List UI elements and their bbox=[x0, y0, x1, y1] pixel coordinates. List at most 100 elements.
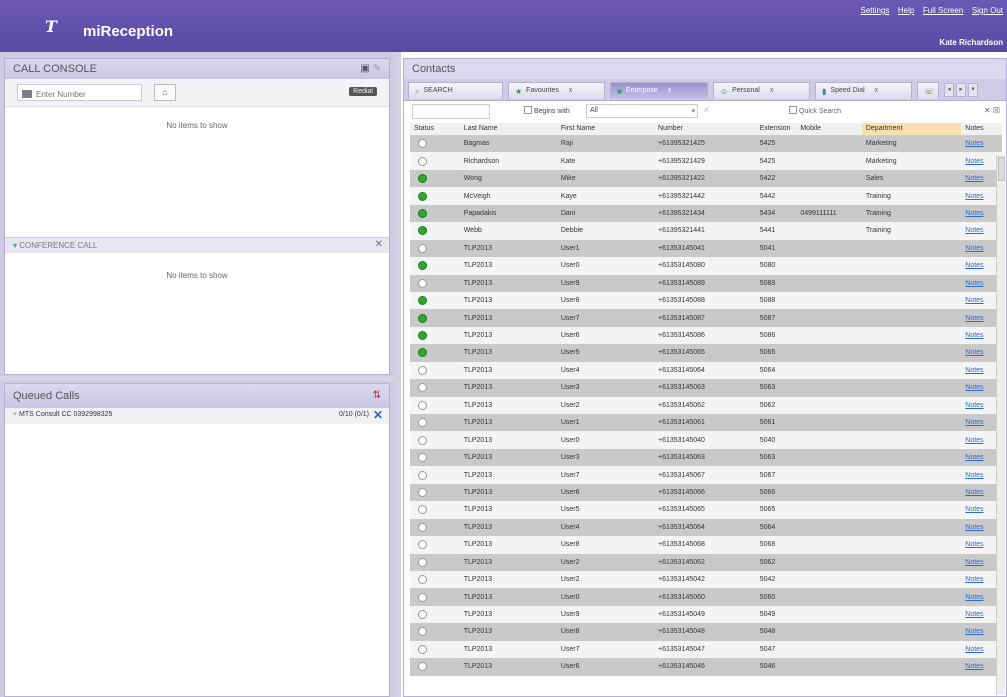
table-row[interactable]: TLP2013 User0 +61353145060 5060 Notes bbox=[410, 588, 1002, 606]
notes-link[interactable]: Notes bbox=[965, 576, 983, 583]
notes-link[interactable]: Notes bbox=[965, 594, 983, 601]
table-row[interactable]: Wong Mike +61395321422 5422 Sales Notes bbox=[410, 169, 1002, 188]
filter-input[interactable] bbox=[412, 104, 490, 119]
table-row[interactable]: TLP2013 User8 +61353145048 5048 Notes bbox=[410, 623, 1002, 641]
full-screen-link[interactable]: Full Screen bbox=[923, 6, 963, 15]
tab-personal[interactable]: ☺ Personal x bbox=[713, 82, 810, 99]
table-row[interactable]: Webb Debbie +61395321441 5441 Training Notes bbox=[410, 222, 1002, 240]
table-row[interactable]: TLP2013 User7 +61353145087 5087 Notes bbox=[410, 309, 1002, 327]
calendar-icon[interactable]: ▣ bbox=[360, 63, 369, 74]
edit-icon[interactable]: ✎ bbox=[373, 63, 381, 74]
close-conference-icon[interactable]: ✕ bbox=[375, 239, 383, 250]
notes-link[interactable]: Notes bbox=[965, 332, 983, 339]
tab-speed-dial[interactable]: ▮ Speed Dial x bbox=[815, 82, 912, 99]
notes-link[interactable]: Notes bbox=[965, 158, 983, 165]
tab-search[interactable]: ⌕ SEARCH bbox=[408, 82, 503, 99]
horizontal-splitter[interactable] bbox=[0, 376, 394, 381]
notes-link[interactable]: Notes bbox=[965, 419, 983, 426]
begins-with-select[interactable]: All ▾ bbox=[586, 104, 698, 118]
col-department[interactable]: Department bbox=[861, 123, 962, 136]
notes-link[interactable]: Notes bbox=[965, 280, 983, 287]
remove-queue-icon[interactable]: ✕ bbox=[373, 408, 383, 422]
table-row[interactable]: TLP2013 User6 +61353145046 5046 Notes bbox=[410, 658, 1002, 676]
expand-icon[interactable]: + bbox=[13, 411, 17, 418]
notes-link[interactable]: Notes bbox=[965, 193, 983, 200]
col-first-name[interactable]: First Name bbox=[556, 123, 655, 136]
notes-link[interactable]: Notes bbox=[965, 210, 983, 217]
table-row[interactable]: TLP2013 User1 +61353145041 5041 Notes bbox=[410, 239, 1002, 258]
sign-out-link[interactable]: Sign Out bbox=[972, 6, 1003, 15]
notes-link[interactable]: Notes bbox=[965, 384, 983, 391]
dial-button[interactable]: ⌂ bbox=[154, 84, 176, 101]
table-row[interactable]: McVeigh Kaye +61395321442 5442 Training Notes bbox=[410, 187, 1002, 205]
table-row[interactable]: TLP2013 User9 +61353145049 5049 Notes bbox=[410, 605, 1002, 624]
notes-link[interactable]: Notes bbox=[965, 140, 983, 147]
table-row[interactable]: TLP2013 User2 +61353145062 5062 Notes bbox=[410, 553, 1002, 571]
quick-search-option[interactable]: Quick Search bbox=[789, 106, 841, 115]
begins-with-checkbox[interactable] bbox=[524, 106, 532, 114]
notes-link[interactable]: Notes bbox=[965, 663, 983, 670]
col-extension[interactable]: Extension bbox=[755, 123, 797, 136]
col-notes[interactable]: Notes bbox=[961, 123, 1002, 136]
notes-link[interactable]: Notes bbox=[965, 628, 983, 635]
notes-link[interactable]: Notes bbox=[965, 175, 983, 182]
col-last-name[interactable]: Last Name bbox=[459, 123, 557, 136]
notes-link[interactable]: Notes bbox=[965, 506, 983, 513]
table-row[interactable]: TLP2013 User4 +61353145064 5064 Notes bbox=[410, 361, 1002, 380]
vertical-splitter[interactable] bbox=[394, 52, 401, 697]
notes-link[interactable]: Notes bbox=[965, 472, 983, 479]
notes-link[interactable]: Notes bbox=[965, 437, 983, 444]
tab-scroll-left-icon[interactable]: ◂ bbox=[944, 83, 954, 97]
notes-link[interactable]: Notes bbox=[965, 489, 983, 496]
notes-link[interactable]: Notes bbox=[965, 454, 983, 461]
table-row[interactable]: TLP2013 User7 +61353145047 5047 Notes bbox=[410, 640, 1002, 659]
scrollbar-thumb[interactable] bbox=[998, 157, 1005, 181]
close-tab-icon[interactable]: x bbox=[770, 87, 774, 94]
notes-link[interactable]: Notes bbox=[965, 367, 983, 374]
table-row[interactable]: TLP2013 User1 +61353145061 5061 Notes bbox=[410, 414, 1002, 432]
table-row[interactable]: TLP2013 User5 +61353145065 5065 Notes bbox=[410, 344, 1002, 362]
notes-link[interactable]: Notes bbox=[965, 297, 983, 304]
notes-link[interactable]: Notes bbox=[965, 227, 983, 234]
notes-link[interactable]: Notes bbox=[965, 402, 983, 409]
table-row[interactable]: TLP2013 User7 +61353145067 5067 Notes bbox=[410, 466, 1002, 484]
enter-number-input[interactable] bbox=[36, 89, 131, 99]
table-row[interactable]: TLP2013 User6 +61353145086 5086 Notes bbox=[410, 326, 1002, 345]
tab-more[interactable]: ☏ bbox=[917, 82, 939, 99]
table-row[interactable]: TLP2013 User3 +61353145063 5063 Notes bbox=[410, 448, 1002, 467]
notes-link[interactable]: Notes bbox=[965, 262, 983, 269]
collapse-icon[interactable]: ▾ bbox=[13, 241, 17, 250]
table-row[interactable]: TLP2013 User5 +61353145065 5065 Notes bbox=[410, 501, 1002, 519]
settings-link[interactable]: Settings bbox=[860, 6, 889, 15]
redial-button[interactable]: Redial bbox=[349, 87, 377, 96]
quick-search-checkbox[interactable] bbox=[789, 106, 797, 114]
tab-menu-icon[interactable]: ▾ bbox=[968, 83, 978, 97]
table-row[interactable]: TLP2013 User9 +61353145089 5089 Notes bbox=[410, 274, 1002, 292]
table-row[interactable]: TLP2013 User0 +61353145080 5080 Notes bbox=[410, 257, 1002, 275]
notes-link[interactable]: Notes bbox=[965, 541, 983, 548]
table-row[interactable]: Bagmas Raji +61395321425 5425 Marketing Notes bbox=[410, 135, 1002, 153]
filter-icon[interactable]: ⇅ bbox=[373, 390, 381, 401]
clear-filter-icon[interactable]: ✕ ☒ bbox=[984, 106, 1000, 115]
notes-link[interactable]: Notes bbox=[965, 349, 983, 356]
table-row[interactable]: TLP2013 User8 +61353145088 5088 Notes bbox=[410, 291, 1002, 310]
close-tab-icon[interactable]: x bbox=[875, 87, 879, 94]
col-number[interactable]: Number bbox=[654, 123, 756, 136]
help-link[interactable]: Help bbox=[898, 6, 914, 15]
table-row[interactable]: TLP2013 User6 +61353145066 5066 Notes bbox=[410, 483, 1002, 502]
col-status[interactable]: Status bbox=[410, 123, 460, 136]
table-row[interactable]: Richardson Kate +61395321429 5425 Marketing N… bbox=[410, 152, 1002, 170]
table-row[interactable]: TLP2013 User8 +61353145068 5068 Notes bbox=[410, 536, 1002, 554]
notes-link[interactable]: Notes bbox=[965, 524, 983, 531]
table-row[interactable]: Papadakis Dani +61395321434 5434 0499111111 T… bbox=[410, 204, 1002, 223]
close-tab-icon[interactable]: x bbox=[668, 87, 672, 94]
table-row[interactable]: TLP2013 User4 +61353145064 5064 Notes bbox=[410, 518, 1002, 537]
table-row[interactable]: TLP2013 User2 +61353145042 5042 Notes bbox=[410, 570, 1002, 589]
begins-with-option[interactable]: Begins with bbox=[524, 106, 570, 115]
tab-scroll-right-icon[interactable]: ▸ bbox=[956, 83, 966, 97]
contacts-scrollbar[interactable] bbox=[996, 155, 1005, 695]
notes-link[interactable]: Notes bbox=[965, 245, 983, 252]
tab-favourites[interactable]: ★ Favourites x bbox=[508, 82, 605, 99]
close-tab-icon[interactable]: x bbox=[569, 87, 573, 94]
table-row[interactable]: TLP2013 User3 +61353145063 5063 Notes bbox=[410, 379, 1002, 397]
